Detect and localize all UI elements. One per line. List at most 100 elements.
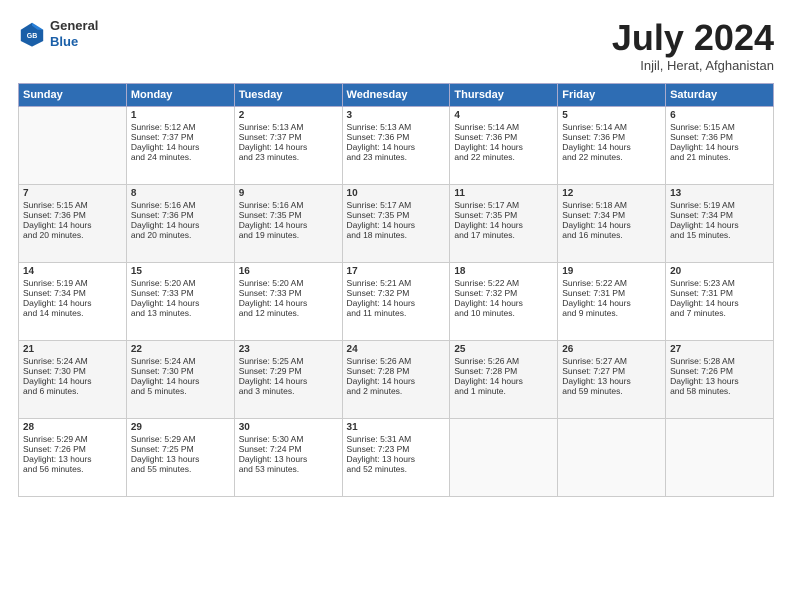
day-info-line: Daylight: 14 hours (347, 376, 446, 386)
day-number: 8 (131, 188, 230, 199)
day-info-line: Sunset: 7:25 PM (131, 444, 230, 454)
logo: GB General Blue (18, 18, 98, 49)
calendar-cell: 23Sunrise: 5:25 AMSunset: 7:29 PMDayligh… (234, 340, 342, 418)
day-info-line: and 7 minutes. (670, 308, 769, 318)
day-info-line: Daylight: 14 hours (670, 298, 769, 308)
calendar-cell: 16Sunrise: 5:20 AMSunset: 7:33 PMDayligh… (234, 262, 342, 340)
day-info-line: and 53 minutes. (239, 464, 338, 474)
day-info-line: Sunrise: 5:20 AM (131, 278, 230, 288)
day-info-line: Sunrise: 5:25 AM (239, 356, 338, 366)
day-info-line: Sunrise: 5:29 AM (131, 434, 230, 444)
day-info-line: Sunset: 7:36 PM (562, 132, 661, 142)
day-info-line: Sunset: 7:36 PM (347, 132, 446, 142)
day-info-line: and 15 minutes. (670, 230, 769, 240)
day-info-line: and 20 minutes. (131, 230, 230, 240)
day-info-line: Daylight: 13 hours (347, 454, 446, 464)
calendar-cell: 21Sunrise: 5:24 AMSunset: 7:30 PMDayligh… (19, 340, 127, 418)
day-info-line: Sunrise: 5:15 AM (23, 200, 122, 210)
svg-text:GB: GB (27, 33, 38, 40)
day-info-line: Daylight: 14 hours (347, 220, 446, 230)
col-header-wednesday: Wednesday (342, 83, 450, 106)
day-info-line: and 1 minute. (454, 386, 553, 396)
calendar-table: SundayMondayTuesdayWednesdayThursdayFrid… (18, 83, 774, 497)
day-number: 29 (131, 422, 230, 433)
calendar-cell: 6Sunrise: 5:15 AMSunset: 7:36 PMDaylight… (666, 106, 774, 184)
day-info-line: Sunrise: 5:20 AM (239, 278, 338, 288)
day-info-line: Daylight: 14 hours (239, 376, 338, 386)
calendar-cell (450, 418, 558, 496)
day-info-line: and 6 minutes. (23, 386, 122, 396)
calendar-cell: 5Sunrise: 5:14 AMSunset: 7:36 PMDaylight… (558, 106, 666, 184)
day-info-line: Sunrise: 5:23 AM (670, 278, 769, 288)
day-number: 11 (454, 188, 553, 199)
day-info-line: and 58 minutes. (670, 386, 769, 396)
day-info-line: Sunrise: 5:12 AM (131, 122, 230, 132)
day-info-line: Sunset: 7:33 PM (131, 288, 230, 298)
day-number: 26 (562, 344, 661, 355)
day-info-line: Sunrise: 5:13 AM (239, 122, 338, 132)
day-info-line: Sunset: 7:28 PM (454, 366, 553, 376)
day-info-line: and 12 minutes. (239, 308, 338, 318)
day-info-line: Sunrise: 5:31 AM (347, 434, 446, 444)
calendar-cell: 30Sunrise: 5:30 AMSunset: 7:24 PMDayligh… (234, 418, 342, 496)
logo-icon: GB (18, 20, 46, 48)
day-info-line: Sunset: 7:31 PM (562, 288, 661, 298)
day-number: 12 (562, 188, 661, 199)
day-number: 16 (239, 266, 338, 277)
day-info-line: Sunset: 7:34 PM (670, 210, 769, 220)
calendar-cell: 22Sunrise: 5:24 AMSunset: 7:30 PMDayligh… (126, 340, 234, 418)
day-info-line: and 3 minutes. (239, 386, 338, 396)
day-info-line: Sunset: 7:36 PM (131, 210, 230, 220)
day-number: 1 (131, 110, 230, 121)
day-info-line: Sunrise: 5:29 AM (23, 434, 122, 444)
day-info-line: Sunrise: 5:14 AM (562, 122, 661, 132)
day-number: 22 (131, 344, 230, 355)
day-info-line: Daylight: 14 hours (23, 298, 122, 308)
day-number: 17 (347, 266, 446, 277)
day-info-line: Sunrise: 5:15 AM (670, 122, 769, 132)
day-info-line: Sunrise: 5:27 AM (562, 356, 661, 366)
calendar-cell: 26Sunrise: 5:27 AMSunset: 7:27 PMDayligh… (558, 340, 666, 418)
day-info-line: Daylight: 14 hours (347, 298, 446, 308)
day-number: 20 (670, 266, 769, 277)
page: GB General Blue July 2024 Injil, Herat, … (0, 0, 792, 612)
calendar-cell: 27Sunrise: 5:28 AMSunset: 7:26 PMDayligh… (666, 340, 774, 418)
day-info-line: Daylight: 14 hours (347, 142, 446, 152)
day-info-line: Sunset: 7:37 PM (131, 132, 230, 142)
day-info-line: Sunrise: 5:19 AM (670, 200, 769, 210)
day-number: 6 (670, 110, 769, 121)
day-info-line: Daylight: 14 hours (454, 298, 553, 308)
col-header-sunday: Sunday (19, 83, 127, 106)
day-info-line: Daylight: 13 hours (670, 376, 769, 386)
day-info-line: Sunset: 7:36 PM (670, 132, 769, 142)
day-info-line: Sunset: 7:26 PM (670, 366, 769, 376)
calendar-cell: 19Sunrise: 5:22 AMSunset: 7:31 PMDayligh… (558, 262, 666, 340)
day-info-line: Daylight: 14 hours (562, 220, 661, 230)
day-info-line: Sunrise: 5:30 AM (239, 434, 338, 444)
calendar-cell: 18Sunrise: 5:22 AMSunset: 7:32 PMDayligh… (450, 262, 558, 340)
day-info-line: Sunrise: 5:16 AM (239, 200, 338, 210)
day-info-line: and 52 minutes. (347, 464, 446, 474)
day-info-line: Sunrise: 5:14 AM (454, 122, 553, 132)
day-info-line: and 21 minutes. (670, 152, 769, 162)
day-info-line: and 19 minutes. (239, 230, 338, 240)
col-header-tuesday: Tuesday (234, 83, 342, 106)
day-info-line: Sunset: 7:30 PM (131, 366, 230, 376)
day-info-line: Sunrise: 5:13 AM (347, 122, 446, 132)
day-info-line: Sunset: 7:32 PM (347, 288, 446, 298)
day-info-line: Sunset: 7:28 PM (347, 366, 446, 376)
day-info-line: and 18 minutes. (347, 230, 446, 240)
day-number: 27 (670, 344, 769, 355)
calendar-cell: 24Sunrise: 5:26 AMSunset: 7:28 PMDayligh… (342, 340, 450, 418)
day-info-line: Sunset: 7:31 PM (670, 288, 769, 298)
day-info-line: Sunset: 7:30 PM (23, 366, 122, 376)
calendar-cell (19, 106, 127, 184)
day-info-line: Daylight: 13 hours (23, 454, 122, 464)
day-info-line: and 23 minutes. (347, 152, 446, 162)
day-info-line: and 22 minutes. (454, 152, 553, 162)
calendar-cell: 25Sunrise: 5:26 AMSunset: 7:28 PMDayligh… (450, 340, 558, 418)
day-info-line: Daylight: 14 hours (562, 298, 661, 308)
calendar-cell: 13Sunrise: 5:19 AMSunset: 7:34 PMDayligh… (666, 184, 774, 262)
day-info-line: and 17 minutes. (454, 230, 553, 240)
day-info-line: and 55 minutes. (131, 464, 230, 474)
